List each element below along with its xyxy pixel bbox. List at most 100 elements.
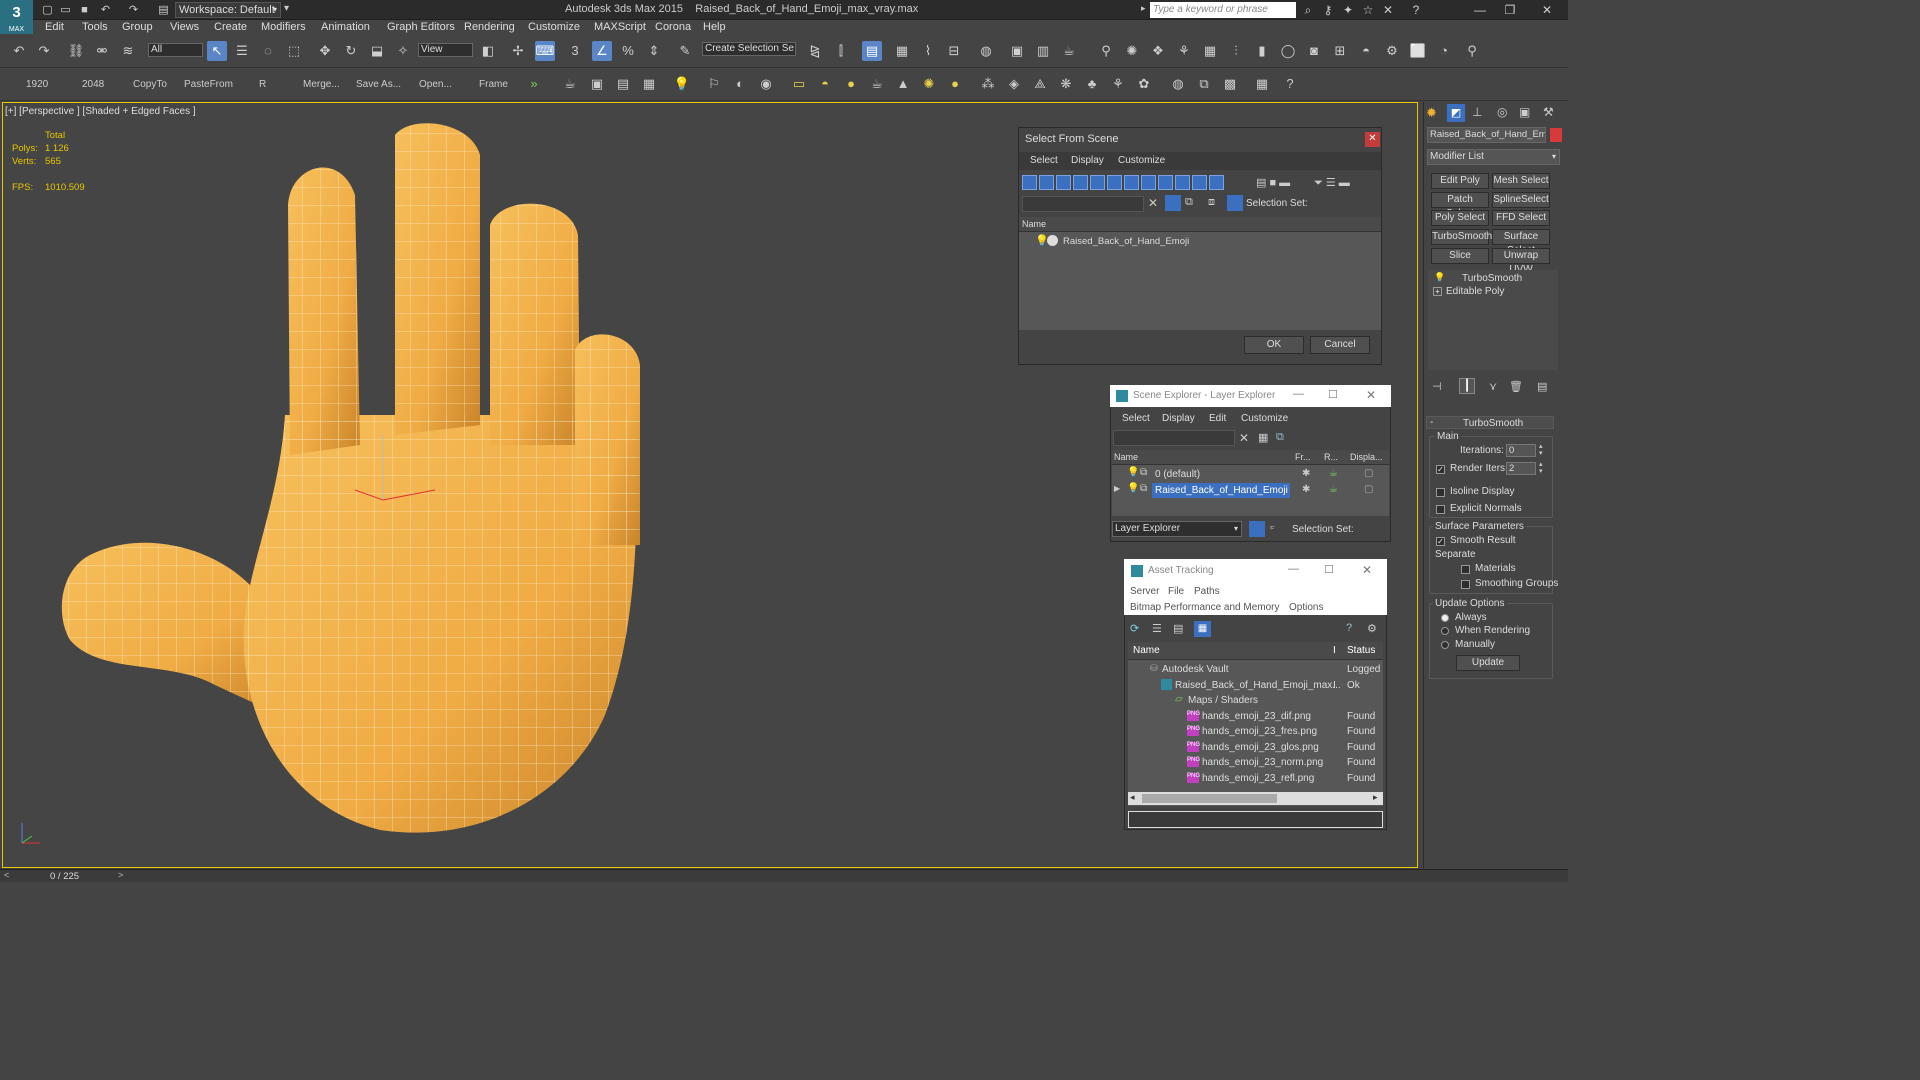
selection-filter-dropdown[interactable]: All (148, 43, 203, 57)
expand-arrow-icon[interactable]: ▶ (1114, 484, 1120, 493)
group-filter-icon[interactable] (1124, 175, 1139, 190)
scene-explorer-toggle-icon[interactable]: ▤ (862, 41, 882, 61)
render-setup-2-icon[interactable]: ▤ (613, 74, 633, 94)
menu-animation[interactable]: Animation (321, 21, 370, 33)
undo-icon[interactable]: ↶ (9, 41, 29, 61)
dome-primitive-icon[interactable]: ◓ (815, 74, 835, 94)
merge-button[interactable]: Merge... (303, 79, 340, 90)
materials-checkbox[interactable] (1461, 563, 1474, 575)
ffd-select-button[interactable]: FFD Select (1492, 210, 1550, 226)
minimize-button[interactable]: — (1466, 2, 1494, 18)
manually-radio[interactable] (1441, 639, 1453, 651)
at-menu-bitmap-performance[interactable]: Bitmap Performance and Memory (1130, 602, 1280, 613)
freeze-snowflake-2-icon[interactable]: ✱ (1302, 484, 1310, 495)
at-menu-paths[interactable]: Paths (1194, 586, 1220, 597)
displacement-icon[interactable]: ⟁ (1030, 74, 1050, 94)
at-row-norm[interactable]: hands_emoji_23_norm.png (1202, 757, 1323, 768)
material-library-icon[interactable]: ▩ (1220, 74, 1240, 94)
explorer-type-dropdown[interactable]: Layer Explorer ▾ (1112, 521, 1242, 537)
menu-group[interactable]: Group (122, 21, 153, 33)
plane-primitive-icon[interactable]: ▭ (789, 74, 809, 94)
at-row-fres[interactable]: hands_emoji_23_fres.png (1202, 726, 1317, 737)
render-teapot-2-icon[interactable]: ☕ (1329, 484, 1338, 495)
vray-proxy-icon[interactable]: ▮ (1252, 41, 1272, 61)
light-icon[interactable]: ⚲ (1096, 41, 1116, 61)
fur-2-icon[interactable]: ❋ (1056, 74, 1076, 94)
unlink-icon[interactable]: ⚮ (92, 41, 112, 61)
at-col-name[interactable]: Name (1133, 645, 1160, 656)
clear-search-icon[interactable]: ✕ (1148, 196, 1158, 210)
hand-mesh[interactable] (50, 115, 650, 845)
at-close-button[interactable]: ✕ (1362, 563, 1372, 577)
layers-icon[interactable]: ⧈ (1208, 196, 1215, 209)
xref-filter-icon[interactable] (1141, 175, 1156, 190)
modify-tab-icon[interactable]: ◩ (1447, 104, 1465, 122)
always-radio[interactable] (1441, 612, 1453, 624)
scroll-left-icon[interactable]: ◂ (1130, 792, 1135, 803)
camera-filter-icon[interactable] (1073, 175, 1088, 190)
at-maximize-button[interactable]: ☐ (1324, 563, 1334, 576)
r-button[interactable]: R (259, 79, 266, 90)
menu-modifiers[interactable]: Modifiers (261, 21, 306, 33)
sfs-search-input[interactable] (1022, 196, 1144, 212)
rendered-frame-window-icon[interactable]: ▥ (1033, 41, 1053, 61)
schematic-view-icon[interactable]: ⊟ (944, 41, 964, 61)
new-file-icon[interactable]: ▢ (40, 3, 55, 17)
camera-icon[interactable]: ⚐ (704, 74, 724, 94)
time-prev-icon[interactable]: < (4, 870, 9, 880)
place-icon[interactable]: ✧ (393, 41, 413, 61)
menu-maxscript[interactable]: MAXScript (594, 21, 646, 33)
search-expand-icon[interactable]: ▸ (1141, 3, 1146, 14)
poly-select-button[interactable]: Poly Select (1431, 210, 1489, 226)
named-selection-set-dropdown[interactable]: Create Selection Se (702, 42, 796, 56)
copy-to-button[interactable]: CopyTo (133, 79, 167, 90)
se-menu-customize[interactable]: Customize (1241, 413, 1288, 424)
selection-region-icon[interactable]: ◌ (258, 41, 278, 61)
workspace-dropdown[interactable]: Workspace: Default ▾ (175, 2, 281, 18)
show-end-result-icon[interactable]: ┃ (1459, 378, 1475, 394)
bone-filter-icon[interactable] (1158, 175, 1173, 190)
shape-filter-icon[interactable] (1039, 175, 1054, 190)
slice-button[interactable]: Slice (1431, 248, 1489, 264)
scroll-right-icon[interactable]: ▸ (1373, 792, 1378, 803)
modifier-stack[interactable] (1428, 270, 1558, 370)
toolbar-help-icon[interactable]: ? (1280, 74, 1300, 94)
menu-rendering[interactable]: Rendering (464, 21, 515, 33)
redo-icon[interactable]: ↷ (34, 41, 54, 61)
iterations-spinner[interactable]: 0 (1506, 444, 1536, 457)
menu-graph-editors[interactable]: Graph Editors (387, 21, 455, 33)
cancel-button[interactable]: Cancel (1310, 336, 1370, 354)
manipulate-icon[interactable]: ✢ (508, 41, 528, 61)
angle-snap-icon[interactable]: ∠ (592, 41, 612, 61)
keyboard-shortcut-override-icon[interactable]: ⌨ (535, 41, 555, 61)
at-thumbnail-icon[interactable]: ▤ (1173, 622, 1183, 635)
dialog-close-button[interactable]: ✕ (1365, 132, 1380, 147)
reference-coordinate-dropdown[interactable]: View (418, 43, 473, 57)
sun-icon[interactable]: ✺ (919, 74, 939, 94)
subscription-icon[interactable]: ✕ (1380, 2, 1396, 18)
time-slider[interactable] (0, 869, 1568, 882)
layer-stack-icon[interactable]: ⧉ (1185, 196, 1193, 209)
create-tab-icon[interactable]: ✹ (1426, 105, 1437, 121)
favorites-star-icon[interactable]: ☆ (1360, 2, 1376, 18)
render-icon[interactable]: ▣ (587, 74, 607, 94)
when-rendering-radio[interactable] (1441, 625, 1453, 637)
vray-interactive-icon[interactable]: ◔ (1434, 41, 1454, 61)
proxy-icon[interactable]: ◈ (1004, 74, 1024, 94)
display-box-2-icon[interactable]: ▢ (1364, 484, 1373, 495)
motion-tab-icon[interactable]: ◎ (1497, 105, 1507, 119)
vray-tools-icon[interactable]: ❖ (1148, 41, 1168, 61)
rotate-icon[interactable]: ↻ (341, 41, 361, 61)
select-by-name-icon[interactable]: ☰ (232, 41, 252, 61)
at-col-status[interactable]: Status (1347, 645, 1375, 656)
helper-filter-icon[interactable] (1090, 175, 1105, 190)
modifier-on-bulb-icon[interactable]: 💡 (1434, 272, 1445, 283)
sound-icon[interactable]: ◐ (730, 74, 750, 94)
hierarchy-icon[interactable] (1227, 195, 1243, 211)
hierarchy-mode-icon[interactable]: ⟔ (1270, 521, 1275, 534)
at-row-maps[interactable]: Maps / Shaders (1188, 695, 1258, 706)
hierarchy-tab-icon[interactable]: ⊥ (1472, 105, 1482, 119)
at-path-field[interactable] (1128, 811, 1383, 828)
spacewarp-filter-icon[interactable] (1107, 175, 1122, 190)
edit-poly-button[interactable]: Edit Poly (1431, 173, 1489, 189)
